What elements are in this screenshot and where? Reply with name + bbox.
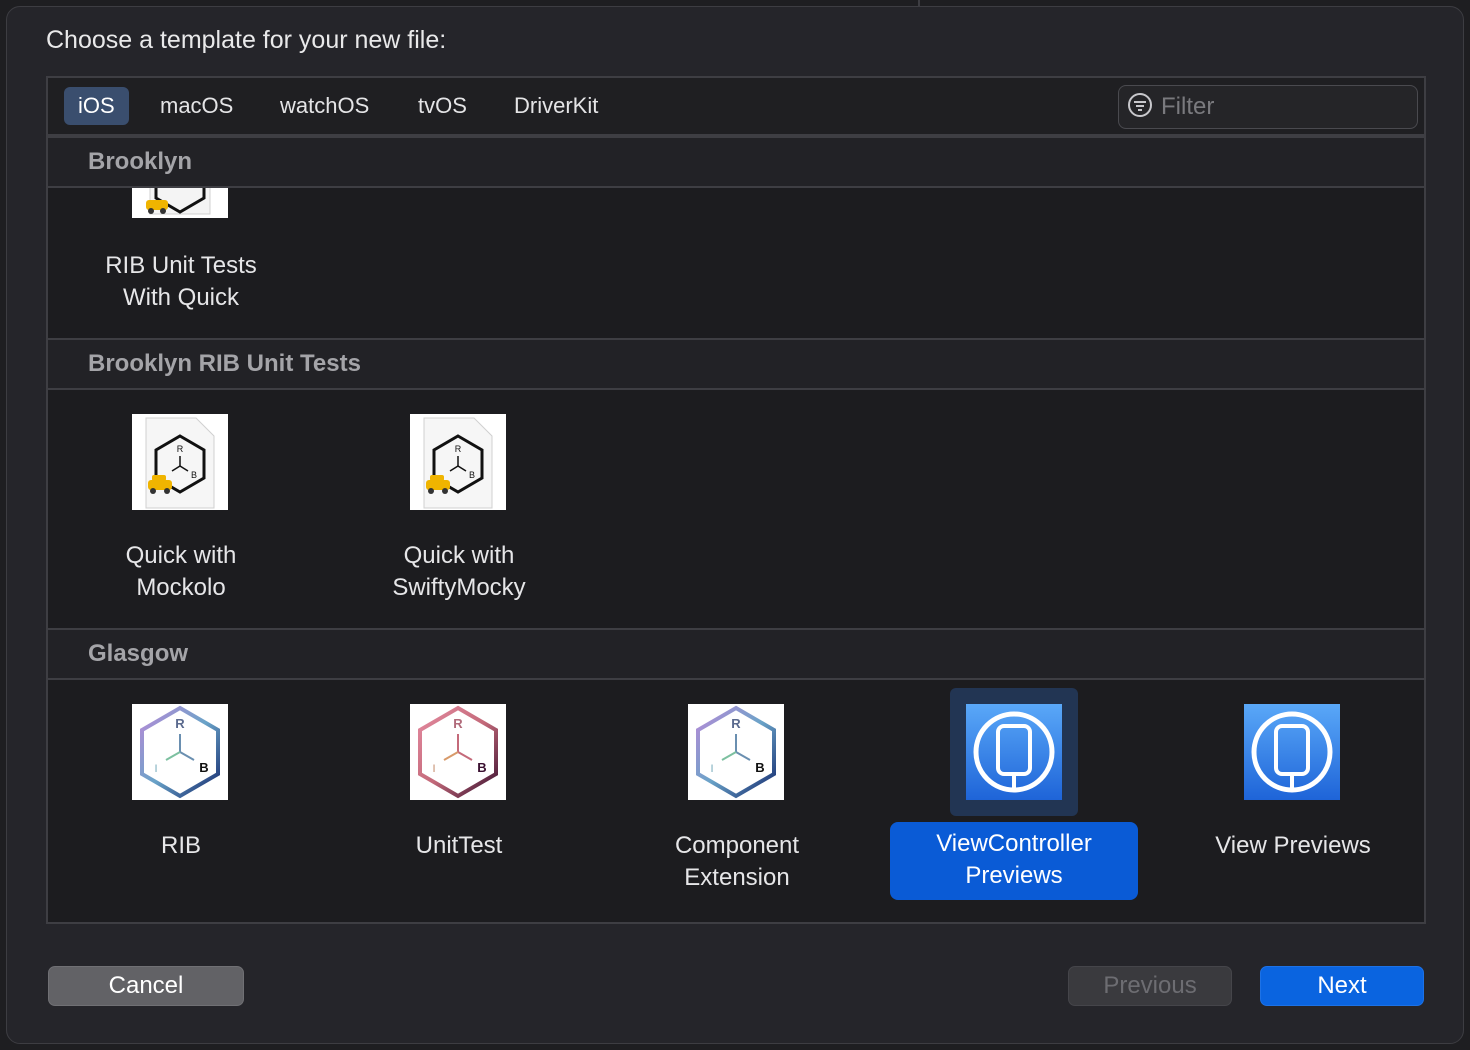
dialog-prompt: Choose a template for your new file:	[46, 26, 447, 54]
svg-text:B: B	[469, 470, 475, 480]
template-label-quick-with-mockolo[interactable]: Quick with Mockolo	[56, 540, 306, 604]
section-title: Brooklyn	[88, 148, 193, 175]
tab-driverkit[interactable]: DriverKit	[500, 87, 612, 125]
tab-tvos[interactable]: tvOS	[404, 87, 481, 125]
section-title: Brooklyn RIB Unit Tests	[88, 350, 361, 377]
device-preview-icon[interactable]	[1244, 704, 1340, 800]
rib-hexagon-icon[interactable]: R B I	[132, 704, 228, 800]
template-label-component-extension[interactable]: Component Extension	[612, 830, 862, 894]
svg-text:R: R	[175, 716, 185, 731]
svg-text:R: R	[731, 716, 741, 731]
template-label-quick-with-swiftymocky[interactable]: Quick with SwiftyMocky	[334, 540, 584, 604]
rib-hexagon-pink-icon[interactable]: R B I	[410, 704, 506, 800]
svg-text:I: I	[154, 763, 157, 775]
svg-text:R: R	[177, 444, 184, 454]
svg-text:I: I	[710, 763, 713, 775]
scroll-clip	[48, 188, 1424, 218]
next-button[interactable]: Next	[1260, 966, 1424, 1006]
filter-input[interactable]	[1161, 93, 1401, 121]
filter-icon	[1127, 92, 1153, 123]
selected-item-label-bg[interactable]: ViewController Previews	[890, 822, 1138, 900]
section-header-brooklyn-rib-unit-tests: Brooklyn RIB Unit Tests	[48, 338, 1424, 390]
rib-taxi-file-icon[interactable]: R B	[410, 414, 506, 510]
rib-taxi-file-icon[interactable]: R B	[132, 414, 228, 510]
svg-text:B: B	[477, 760, 486, 775]
template-label-viewcontroller-previews[interactable]: ViewController Previews	[889, 828, 1139, 892]
svg-text:B: B	[191, 470, 197, 480]
rib-hexagon-icon[interactable]: R B I	[688, 704, 784, 800]
section-title: Glasgow	[88, 640, 189, 667]
previous-button[interactable]: Previous	[1068, 966, 1232, 1006]
template-label-rib[interactable]: RIB	[56, 830, 306, 862]
svg-text:B: B	[199, 760, 208, 775]
svg-text:R: R	[453, 716, 463, 731]
template-label-rib-unit-tests-with-quick[interactable]: RIB Unit Tests With Quick	[56, 250, 306, 314]
tab-macos[interactable]: macOS	[146, 87, 247, 125]
tab-ios[interactable]: iOS	[64, 87, 129, 125]
template-label-unittest[interactable]: UnitTest	[334, 830, 584, 862]
platform-tab-bar: iOS macOS watchOS tvOS DriverKit	[48, 78, 1424, 136]
section-header-brooklyn: Brooklyn	[48, 136, 1424, 188]
template-panel: iOS macOS watchOS tvOS DriverKit Brookly…	[46, 76, 1426, 924]
svg-text:R: R	[455, 444, 462, 454]
cancel-button[interactable]: Cancel	[48, 966, 244, 1006]
section-header-glasgow: Glasgow	[48, 628, 1424, 680]
template-label-view-previews[interactable]: View Previews	[1168, 830, 1418, 862]
svg-text:I: I	[432, 763, 435, 775]
filter-field[interactable]	[1118, 85, 1418, 129]
svg-text:B: B	[755, 760, 764, 775]
tab-watchos[interactable]: watchOS	[266, 87, 383, 125]
rib-taxi-file-icon	[132, 188, 228, 218]
device-preview-icon[interactable]	[966, 704, 1062, 800]
